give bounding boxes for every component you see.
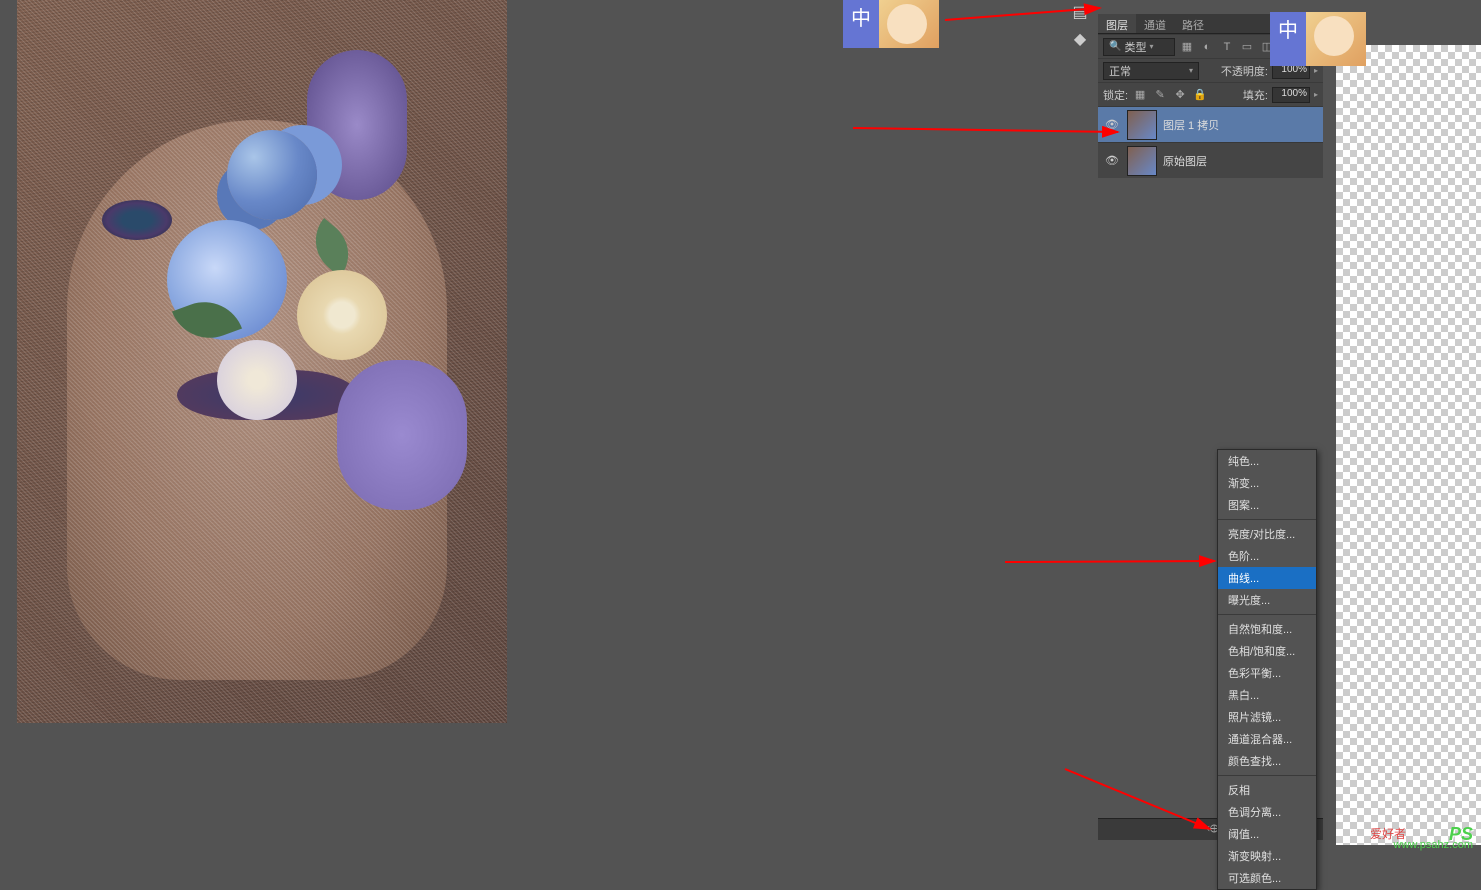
layer-thumbnail[interactable] <box>1127 146 1157 176</box>
ime-char: 中 <box>843 0 879 48</box>
menu-channel-mixer[interactable]: 通道混合器... <box>1218 728 1316 750</box>
visibility-toggle[interactable]: 👁 <box>1103 154 1121 167</box>
menu-black-white[interactable]: 黑白... <box>1218 684 1316 706</box>
blend-mode-dropdown[interactable]: 正常 ▾ <box>1103 62 1199 80</box>
kind-label: 类型 <box>1124 39 1146 55</box>
filter-pixel-icon[interactable]: ▦ <box>1179 39 1195 55</box>
ime-char: 中 <box>1270 12 1306 66</box>
menu-pattern[interactable]: 图案... <box>1218 494 1316 516</box>
blend-mode-value: 正常 <box>1109 63 1131 79</box>
tool-icon-histogram[interactable]: ▤ <box>1068 0 1092 24</box>
ime-avatar <box>1306 12 1366 66</box>
lock-paint-icon[interactable]: ✎ <box>1152 87 1168 103</box>
menu-brightness-contrast[interactable]: 亮度/对比度... <box>1218 523 1316 545</box>
annotation-arrow-2 <box>848 118 1128 148</box>
menu-gradient-map[interactable]: 渐变映射... <box>1218 845 1316 867</box>
tab-layers[interactable]: 图层 <box>1098 14 1136 33</box>
menu-exposure[interactable]: 曝光度... <box>1218 589 1316 611</box>
adjustment-layer-menu: 纯色... 渐变... 图案... 亮度/对比度... 色阶... 曲线... … <box>1217 449 1317 890</box>
filter-shape-icon[interactable]: ▭ <box>1239 39 1255 55</box>
menu-color-lookup[interactable]: 颜色查找... <box>1218 750 1316 772</box>
watermark-url: www.psahz.com <box>1394 839 1473 851</box>
lock-row: 锁定: ▦ ✎ ✥ 🔒 填充: 100% ▸ <box>1098 82 1323 106</box>
transparency-background <box>1336 45 1481 845</box>
menu-photo-filter[interactable]: 照片滤镜... <box>1218 706 1316 728</box>
menu-curves[interactable]: 曲线... <box>1218 567 1316 589</box>
ime-badge-2[interactable]: 中 <box>1270 12 1366 66</box>
canvas-document[interactable] <box>17 0 507 723</box>
fill-input[interactable]: 100% <box>1272 87 1310 103</box>
ime-badge-1[interactable]: 中 <box>843 0 939 48</box>
opacity-label: 不透明度: <box>1221 63 1268 79</box>
visibility-toggle[interactable]: 👁 <box>1103 118 1121 131</box>
fill-label: 填充: <box>1243 87 1268 103</box>
menu-hue-sat[interactable]: 色相/饱和度... <box>1218 640 1316 662</box>
lock-move-icon[interactable]: ✥ <box>1172 87 1188 103</box>
tool-icon-swatches[interactable]: ◆ <box>1068 27 1092 51</box>
tab-paths[interactable]: 路径 <box>1174 14 1212 33</box>
image-eye <box>102 200 172 240</box>
annotation-arrow-3 <box>1000 552 1225 572</box>
ime-avatar <box>879 0 939 48</box>
layer-row-original[interactable]: 👁 原始图层 <box>1098 142 1323 178</box>
opacity-arrow[interactable]: ▸ <box>1314 66 1318 75</box>
layer-name[interactable]: 原始图层 <box>1163 153 1207 169</box>
kind-filter-dropdown[interactable]: 🔍 类型 ▾ <box>1103 38 1175 56</box>
layer-name[interactable]: 图层 1 拷贝 <box>1163 117 1219 133</box>
layers-list: 👁 图层 1 拷贝 👁 原始图层 <box>1098 106 1323 178</box>
tab-channels[interactable]: 通道 <box>1136 14 1174 33</box>
lock-transparency-icon[interactable]: ▦ <box>1132 87 1148 103</box>
menu-invert[interactable]: 反相 <box>1218 779 1316 801</box>
lock-label: 锁定: <box>1103 87 1128 103</box>
menu-vibrance[interactable]: 自然饱和度... <box>1218 618 1316 640</box>
image-flowers <box>167 0 497 480</box>
filter-adjust-icon[interactable]: ◐ <box>1199 39 1215 55</box>
layer-row-copy[interactable]: 👁 图层 1 拷贝 <box>1098 106 1323 142</box>
menu-levels[interactable]: 色阶... <box>1218 545 1316 567</box>
menu-selective-color[interactable]: 可选颜色... <box>1218 867 1316 889</box>
lock-all-icon[interactable]: 🔒 <box>1192 87 1208 103</box>
menu-solid-color[interactable]: 纯色... <box>1218 450 1316 472</box>
collapsed-panel-icons: ▤ ◆ <box>1068 0 1096 51</box>
menu-posterize[interactable]: 色调分离... <box>1218 801 1316 823</box>
filter-type-icon[interactable]: T <box>1219 39 1235 55</box>
menu-threshold[interactable]: 阈值... <box>1218 823 1316 845</box>
layer-thumbnail[interactable] <box>1127 110 1157 140</box>
fill-arrow[interactable]: ▸ <box>1314 90 1318 99</box>
menu-gradient[interactable]: 渐变... <box>1218 472 1316 494</box>
menu-color-balance[interactable]: 色彩平衡... <box>1218 662 1316 684</box>
